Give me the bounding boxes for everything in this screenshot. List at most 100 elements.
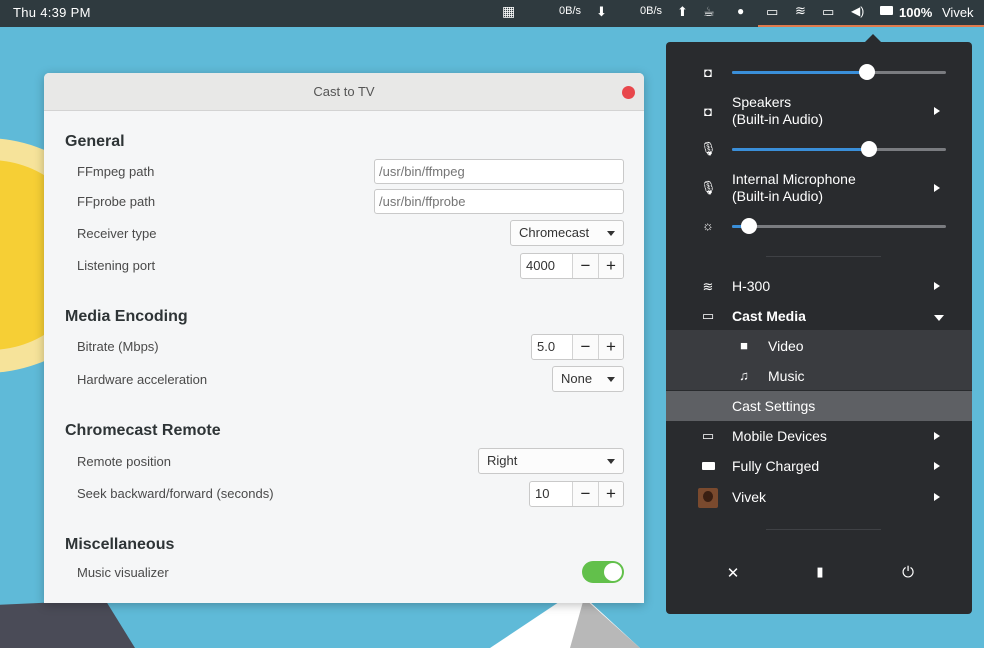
ffmpeg-path-label: FFmpeg path	[77, 164, 155, 179]
mobile-devices-icon[interactable]: ▭	[766, 4, 778, 20]
battery-status-item[interactable]: Fully Charged	[732, 458, 819, 475]
ffprobe-path-input[interactable]	[374, 189, 624, 214]
close-button[interactable]	[622, 86, 635, 99]
receiver-type-select[interactable]: Chromecast	[510, 220, 624, 246]
section-general: General	[65, 133, 125, 150]
speaker-icon: ◘	[704, 104, 712, 119]
volume-slider-thumb[interactable]	[858, 64, 875, 80]
listening-port-value[interactable]: 4000	[521, 254, 573, 278]
seek-increment-button[interactable]: +	[598, 482, 623, 506]
remote-position-select[interactable]: Right	[478, 448, 624, 474]
mobile-devices-item[interactable]: Mobile Devices	[732, 428, 827, 445]
chevron-right-icon	[934, 107, 940, 115]
video-camera-icon: ■	[740, 338, 748, 353]
seek-seconds-spinner[interactable]: 10 − +	[529, 481, 624, 507]
bitrate-increment-button[interactable]: +	[598, 335, 623, 359]
cast-music-item[interactable]: Music	[768, 368, 805, 385]
wifi-icon[interactable]: ≋	[795, 3, 806, 19]
dialog-titlebar[interactable]: Cast to TV	[44, 73, 644, 111]
listening-port-spinner[interactable]: 4000 − +	[520, 253, 624, 279]
extension-grid-icon[interactable]: ▦	[502, 3, 515, 20]
monitor-icon: ▭	[701, 308, 715, 323]
bitrate-value[interactable]: 5.0	[532, 335, 573, 359]
seek-seconds-value[interactable]: 10	[530, 482, 573, 506]
chevron-down-icon	[607, 377, 615, 382]
ffmpeg-path-input[interactable]	[374, 159, 624, 184]
section-media-encoding: Media Encoding	[65, 308, 188, 325]
hardware-acceleration-select[interactable]: None	[552, 366, 624, 392]
lock-icon[interactable]: ▮	[808, 564, 832, 580]
cast-to-tv-dialog: Cast to TV General FFmpeg path FFprobe p…	[44, 73, 644, 603]
music-visualizer-toggle[interactable]	[582, 561, 624, 583]
coffee-cup-icon[interactable]: ☕	[703, 4, 715, 20]
toggle-knob	[604, 563, 622, 581]
port-increment-button[interactable]: +	[598, 254, 623, 278]
music-note-icon: ♫	[739, 368, 749, 383]
net-down-speed: 0B/s	[559, 5, 582, 17]
microphone-input[interactable]: Internal Microphone (Built-in Audio)	[732, 171, 856, 205]
receiver-type-value: Chromecast	[519, 225, 590, 240]
active-indicator	[758, 25, 984, 27]
listening-port-label: Listening port	[77, 258, 156, 273]
remote-position-value: Right	[487, 453, 518, 468]
bitrate-label: Bitrate (Mbps)	[77, 339, 159, 354]
power-icon[interactable]: ⏻	[896, 564, 920, 581]
volume-icon[interactable]: ◀)	[851, 4, 864, 18]
dialog-title: Cast to TV	[313, 84, 375, 99]
microphone-slider[interactable]	[732, 141, 946, 157]
microphone-name: Internal Microphone	[732, 171, 856, 187]
section-miscellaneous: Miscellaneous	[65, 536, 175, 553]
speakers-output[interactable]: Speakers (Built-in Audio)	[732, 94, 823, 128]
battery-percent[interactable]: 100%	[899, 5, 932, 20]
user-name[interactable]: Vivek	[942, 5, 974, 20]
chevron-down-icon	[607, 231, 615, 236]
speakers-device: (Built-in Audio)	[732, 111, 824, 127]
microphone-icon: 🎙	[700, 180, 717, 195]
wifi-icon: ≋	[702, 279, 714, 294]
user-menu-item[interactable]: Vivek	[732, 489, 766, 506]
net-up-speed: 0B/s	[640, 5, 663, 17]
user-avatar	[698, 488, 718, 508]
brightness-slider[interactable]	[732, 218, 946, 234]
microphone-icon: 🎙	[700, 141, 717, 156]
speakers-name: Speakers	[732, 94, 792, 110]
cast-video-item[interactable]: Video	[768, 338, 804, 355]
wifi-network[interactable]: H-300	[732, 278, 770, 295]
receiver-type-label: Receiver type	[77, 226, 157, 241]
music-visualizer-label: Music visualizer	[77, 565, 169, 580]
chevron-right-icon	[934, 432, 940, 440]
cast-media-submenu	[666, 330, 972, 390]
speaker-icon: ◘	[704, 65, 712, 80]
chevron-down-icon	[934, 315, 944, 321]
battery-icon	[702, 462, 715, 470]
settings-tools-icon[interactable]: ✕	[721, 564, 745, 582]
monitor-icon[interactable]: ▭	[822, 4, 834, 20]
bitrate-spinner[interactable]: 5.0 − +	[531, 334, 624, 360]
microphone-slider-thumb[interactable]	[860, 141, 877, 157]
seek-decrement-button[interactable]: −	[573, 482, 598, 506]
port-decrement-button[interactable]: −	[573, 254, 598, 278]
section-chromecast-remote: Chromecast Remote	[65, 422, 221, 439]
chevron-right-icon	[934, 282, 940, 290]
chevron-right-icon	[934, 462, 940, 470]
brightness-icon: ☼	[702, 218, 714, 233]
microphone-slider-fill	[732, 148, 869, 151]
cast-media-menu[interactable]: Cast Media	[732, 308, 806, 325]
bitrate-decrement-button[interactable]: −	[573, 335, 598, 359]
volume-slider[interactable]	[732, 64, 946, 80]
clock[interactable]: Thu 4:39 PM	[13, 5, 91, 20]
mobile-devices-icon: ▭	[701, 428, 715, 443]
bottle-icon[interactable]: ●	[737, 4, 744, 18]
system-menu: ◘ ◘ Speakers (Built-in Audio) 🎙 🎙 Intern…	[666, 34, 972, 614]
chevron-down-icon	[607, 459, 615, 464]
brightness-slider-thumb[interactable]	[741, 218, 758, 234]
battery-icon[interactable]	[880, 6, 893, 15]
hardware-acceleration-value: None	[561, 371, 593, 386]
seek-seconds-label: Seek backward/forward (seconds)	[77, 486, 274, 501]
cast-settings-item[interactable]: Cast Settings	[732, 398, 815, 415]
download-arrow-icon: ⬇	[596, 4, 607, 19]
menu-separator	[766, 256, 881, 257]
menu-pointer	[864, 34, 882, 43]
ffprobe-path-label: FFprobe path	[77, 194, 156, 209]
volume-slider-fill	[732, 71, 867, 74]
